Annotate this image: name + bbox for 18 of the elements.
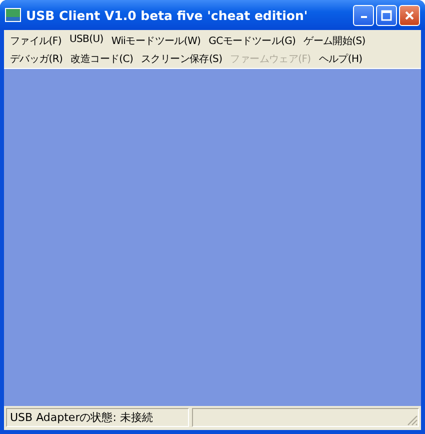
window-title: USB Client V1.0 beta five 'cheat edition' xyxy=(26,8,309,22)
minimize-button[interactable] xyxy=(353,4,374,26)
menu-item[interactable]: ファイル(F) xyxy=(6,31,66,49)
menu-item[interactable]: ヘルプ(H) xyxy=(314,49,366,67)
maximize-button[interactable] xyxy=(376,4,397,26)
menu-item[interactable]: 改造コード(C) xyxy=(66,49,138,67)
app-icon xyxy=(5,8,21,22)
menu-item[interactable]: GCモードツール(G) xyxy=(204,31,300,49)
status-text: USB Adapterの状態: 未接続 xyxy=(6,408,189,427)
maximize-icon xyxy=(381,10,392,20)
menu-item[interactable]: ゲーム開始(S) xyxy=(300,31,370,49)
menu-item[interactable]: スクリーン保存(S) xyxy=(137,49,226,67)
menu-item[interactable]: USB(U) xyxy=(65,31,108,49)
menu-item[interactable]: デバッガ(R) xyxy=(6,49,67,67)
close-button[interactable] xyxy=(399,4,420,26)
close-icon xyxy=(404,10,415,20)
resize-grip-icon[interactable] xyxy=(406,414,418,426)
menu-item[interactable]: Wiiモードツール(W) xyxy=(107,31,205,49)
